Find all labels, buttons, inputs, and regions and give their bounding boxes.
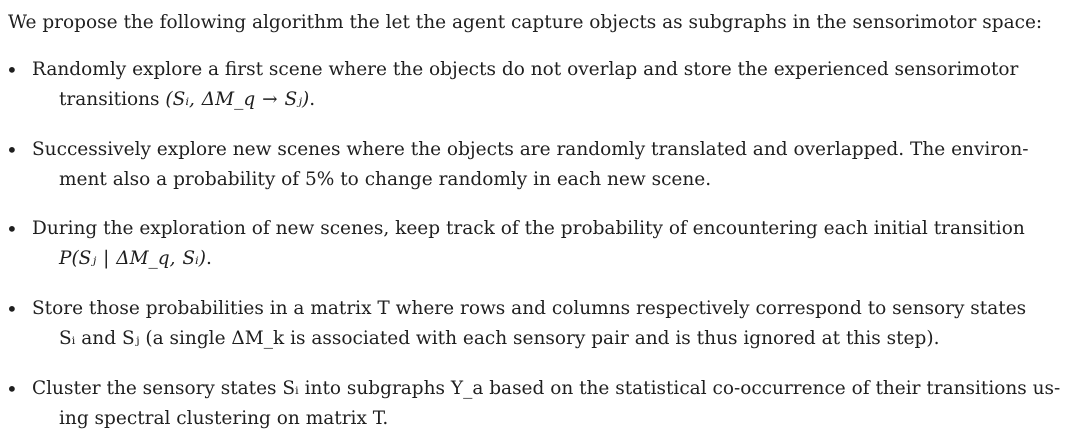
list-item-text: . [309,89,316,110]
list-item-line: P(Sⱼ | ΔM_q, Sᵢ). [59,244,212,274]
bullet-icon: • [6,138,18,162]
list-item-line: Randomly explore a first scene where the… [32,59,1019,80]
document-page: We propose the following algorithm the l… [0,0,1068,448]
bullet-icon: • [6,377,18,401]
list-item-line: Store those probabilities in a matrix T … [32,298,1027,319]
list-item-line: transitions (Sᵢ, ΔM_q → Sⱼ). [59,85,315,115]
list-item-text: transitions [59,89,166,110]
list-item-line: Sᵢ and Sⱼ (a single ΔM_k is associated w… [59,324,939,354]
math-expression: P(Sⱼ | ΔM_q, Sᵢ) [59,248,206,269]
list-item-line: ing spectral clustering on matrix T. [59,404,388,434]
list-item-text: ing spectral clustering on matrix T. [59,408,389,429]
list-item-text: . [206,248,212,269]
bullet-icon: • [6,58,18,82]
bullet-icon: • [6,217,18,241]
intro-paragraph: We propose the following algorithm the l… [8,12,1043,33]
bullet-icon: • [6,297,18,321]
math-expression: (Sᵢ, ΔM_q → Sⱼ) [165,89,310,110]
list-item-line: ment also a probability of 5% to change … [59,165,711,195]
list-item-line: During the exploration of new scenes, ke… [32,218,1025,239]
list-item-line: Cluster the sensory states Sᵢ into subgr… [32,378,1061,399]
list-item-line: Successively explore new scenes where th… [32,139,1029,160]
list-item-text: ment also a probability of 5% to change … [59,169,712,190]
list-item-text: Sᵢ and Sⱼ (a single ΔM_k is associated w… [59,328,940,349]
